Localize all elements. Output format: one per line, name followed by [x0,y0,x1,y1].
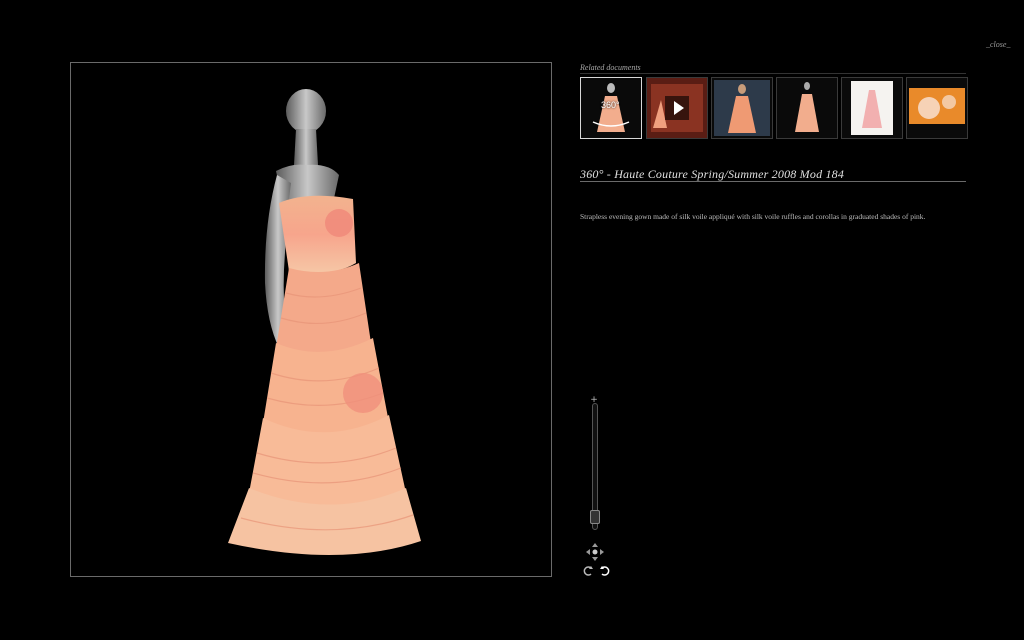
zoom-handle[interactable] [590,509,600,524]
divider [580,181,966,182]
sketch-thumb-icon [851,81,893,135]
runway-thumb-icon [714,80,770,136]
related-documents-label: Related documents [580,63,641,72]
close-link[interactable]: _close_ [986,40,1010,49]
zoom-slider[interactable]: + [589,395,600,535]
360-badge: 360° [601,100,620,110]
video-thumb-icon [647,78,707,138]
pan-arrows-icon[interactable] [584,541,606,563]
divider [580,73,966,74]
rotate-right-icon[interactable] [599,565,611,577]
gown-360-viewer[interactable] [70,62,552,577]
thumb-sketch[interactable] [841,77,903,139]
thumb-detail-photo[interactable] [906,77,968,139]
gown-thumb-icon [795,82,819,132]
detail-thumb-icon [909,88,965,124]
thumb-video[interactable] [646,77,708,139]
rotate-left-icon[interactable] [582,565,594,577]
related-thumbnails: 360° [580,77,968,139]
thumb-mannequin-photo[interactable] [776,77,838,139]
thumb-360-view[interactable]: 360° [580,77,642,139]
mannequin-gown-image [228,89,421,556]
document-description: Strapless evening gown made of silk voil… [580,212,926,221]
thumb-runway-photo[interactable] [711,77,773,139]
document-title: 360° - Haute Couture Spring/Summer 2008 … [580,167,845,181]
